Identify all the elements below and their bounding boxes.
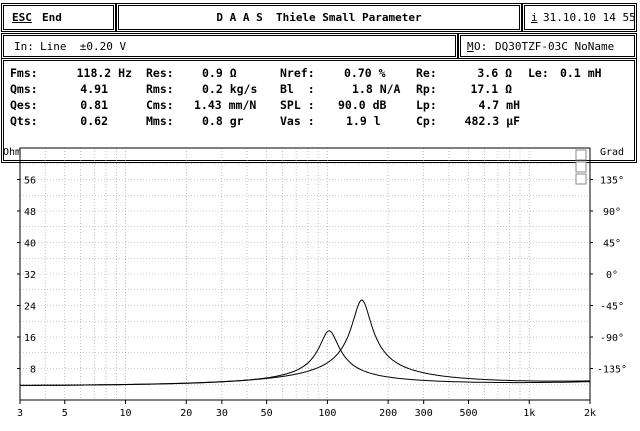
minor-grid [19, 147, 591, 401]
le-value: 0.1 mH [560, 66, 602, 80]
qms-label: Qms: [10, 82, 38, 96]
x-tick-label: 20 [180, 408, 192, 419]
res-value: 0.9 Ω [202, 66, 237, 80]
y2-axis-ticks: 135° 90° 45° 0° -45° -90° -135° [590, 176, 627, 376]
input-label: In: [14, 40, 34, 53]
y2-tick-label: -90° [600, 333, 624, 344]
rms-label: Rms: [146, 82, 174, 96]
y-tick-label: 32 [24, 270, 36, 281]
esc-key[interactable]: ESC [12, 11, 32, 24]
x-tick-label: 50 [261, 408, 273, 419]
y-tick-label: 48 [24, 207, 36, 218]
y-tick-label: 56 [24, 176, 36, 187]
y2-tick-label: -45° [600, 302, 624, 313]
model-key[interactable]: M [467, 40, 474, 53]
x-tick-label: 2k [584, 408, 596, 419]
qts-value: 0.62 [80, 114, 108, 128]
info-key[interactable]: i [531, 11, 538, 24]
cp-value: 482.3 µF [464, 114, 520, 128]
datetime: 31.10.10 14 55 [543, 11, 636, 24]
qes-value: 0.81 [80, 98, 108, 112]
curves [20, 299, 590, 386]
spl-label: SPL : [280, 98, 315, 112]
fms-label: Fms: [10, 66, 38, 80]
mms-value: 0.8 gr [202, 114, 244, 128]
rp-value: 17.1 Ω [470, 82, 512, 96]
esc-end-panel[interactable]: ESC End [1, 3, 116, 32]
qms-value: 4.91 [80, 82, 108, 96]
input-value[interactable]: Line ±0.20 V [40, 40, 126, 53]
nref-label: Nref: [280, 66, 315, 80]
impedance-curve [20, 299, 590, 386]
x-tick-label: 200 [379, 408, 397, 419]
qes-label: Qes: [10, 98, 38, 112]
x-tick-label: 10 [120, 408, 132, 419]
y-tick-label: 40 [24, 239, 36, 250]
lp-value: 4.7 mH [478, 98, 520, 112]
mms-label: Mms: [146, 114, 174, 128]
title-panel: D A A S Thiele Small Parameter [116, 3, 522, 32]
y2-tick-label: 0° [606, 270, 618, 281]
x-tick-label: 5 [62, 408, 68, 419]
x-tick-label: 30 [216, 408, 228, 419]
qts-label: Qts: [10, 114, 38, 128]
cms-label: Cms: [146, 98, 174, 112]
cp-label: Cp: [416, 114, 437, 128]
chart-scroll-icon[interactable] [575, 149, 587, 185]
y2-tick-label: 135° [600, 176, 624, 187]
fms-value: 118.2 Hz [76, 66, 132, 80]
y2-axis-label: Grad [600, 147, 624, 158]
bl-value: 1.8 N/A [352, 82, 401, 96]
x-tick-label: 500 [459, 408, 477, 419]
rp-label: Rp: [416, 82, 437, 96]
spl-value: 90.0 dB [338, 98, 387, 112]
le-label: Le: [528, 66, 549, 80]
impedance-chart: 5648403224168 135°90°45°0°-45°-90°-135° … [3, 147, 627, 419]
rms-value: 0.2 kg/s [202, 82, 258, 96]
y2-tick-label: -135° [597, 365, 627, 376]
x-axis-ticks: 3 5 10 20 30 50 100 200 300 500 1k 2k [17, 400, 596, 419]
x-tick-label: 300 [415, 408, 433, 419]
vas-value: 1.9 l [346, 114, 381, 128]
res-label: Res: [146, 66, 174, 80]
model-label: O: [474, 40, 488, 53]
model-value[interactable]: DQ30TZF-03C NoName [495, 40, 614, 53]
end-label[interactable]: End [42, 11, 62, 24]
y-tick-label: 8 [30, 365, 36, 376]
x-tick-label: 3 [17, 408, 23, 419]
model-panel[interactable]: M O: DQ30TZF-03C NoName [458, 33, 637, 59]
vas-label: Vas : [280, 114, 315, 128]
y-tick-label: 16 [24, 333, 36, 344]
x-tick-label: 1k [523, 408, 535, 419]
re-label: Re: [416, 66, 437, 80]
nref-value: 0.70 % [344, 66, 386, 80]
y-tick-label: 24 [24, 302, 36, 313]
y-axis-label: Ohm [3, 147, 21, 158]
bl-label: Bl : [280, 82, 315, 96]
y2-tick-label: 45° [603, 239, 621, 250]
impedance-curve [20, 330, 590, 386]
cms-value: 1.43 mm/N [194, 98, 257, 112]
page-title: D A A S Thiele Small Parameter [216, 11, 422, 24]
lp-label: Lp: [416, 98, 437, 112]
input-panel[interactable]: In: Line ±0.20 V [1, 33, 458, 59]
datetime-panel[interactable]: i 31.10.10 14 55 [522, 3, 637, 32]
x-tick-label: 100 [318, 408, 336, 419]
y2-tick-label: 90° [603, 207, 621, 218]
re-value: 3.6 Ω [477, 66, 512, 80]
